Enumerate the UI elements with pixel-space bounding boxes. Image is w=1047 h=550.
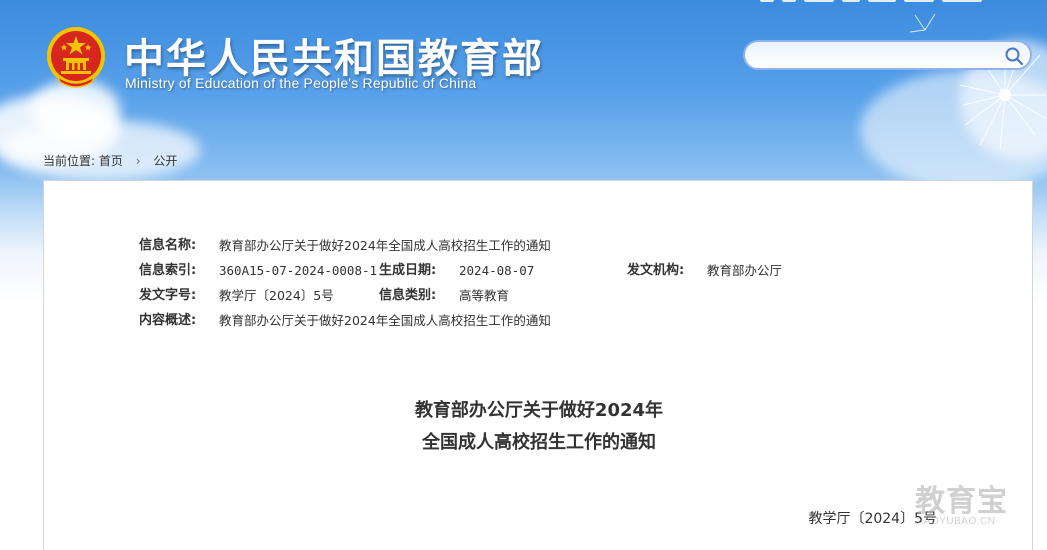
meta-docno-value: 教学厅〔2024〕5号 (219, 288, 334, 303)
meta-docno-label: 发文字号: (139, 288, 197, 303)
site-subtitle: Ministry of Education of the People's Re… (125, 75, 477, 91)
search-box (743, 40, 1032, 70)
info-metadata: 信息名称: 教育部办公厅关于做好2024年全国成人高校招生工作的通知 信息索引:… (139, 233, 939, 333)
breadcrumb-public-link[interactable]: 公开 (153, 154, 177, 168)
meta-summary-value: 教育部办公厅关于做好2024年全国成人高校招生工作的通知 (219, 313, 551, 328)
meta-index-value: 360A15-07-2024-0008-1 (219, 263, 378, 278)
meta-index-label: 信息索引: (139, 263, 197, 278)
site-watermark: 教育宝 JIAOYUBAO.CN (915, 476, 1035, 536)
meta-row-docno: 发文字号: 教学厅〔2024〕5号 信息类别: 高等教育 (139, 283, 939, 308)
dandelion-decoration (909, 13, 1046, 151)
meta-issuer-value: 教育部办公厅 (707, 263, 783, 278)
document-title-line1: 教育部办公厅关于做好2024年 (414, 400, 664, 421)
meta-summary-label: 内容概述: (139, 313, 197, 328)
search-icon[interactable] (1004, 46, 1024, 66)
top-links-strip (760, 0, 1047, 6)
meta-name-value: 教育部办公厅关于做好2024年全国成人高校招生工作的通知 (219, 238, 551, 253)
meta-row-name: 信息名称: 教育部办公厅关于做好2024年全国成人高校招生工作的通知 (139, 233, 939, 258)
document-title-line2: 全国成人高校招生工作的通知 (422, 432, 656, 453)
content-panel: 信息名称: 教育部办公厅关于做好2024年全国成人高校招生工作的通知 信息索引:… (43, 180, 1033, 550)
breadcrumb: 当前位置: 首页 › 公开 (43, 152, 177, 169)
meta-date-label: 生成日期: (379, 263, 437, 278)
search-input[interactable] (757, 42, 1007, 68)
meta-date-value: 2024-08-07 (459, 263, 535, 278)
watermark-text: 教育宝 (915, 484, 1008, 519)
meta-category-value: 高等教育 (459, 288, 510, 303)
meta-row-summary: 内容概述: 教育部办公厅关于做好2024年全国成人高校招生工作的通知 (139, 308, 939, 333)
document-title: 教育部办公厅关于做好2024年 全国成人高校招生工作的通知 (44, 395, 1034, 459)
meta-category-label: 信息类别: (379, 288, 437, 303)
breadcrumb-home-link[interactable]: 首页 (99, 154, 123, 168)
meta-issuer-label: 发文机构: (627, 263, 685, 278)
breadcrumb-separator: › (135, 154, 141, 168)
national-emblem-icon (47, 27, 105, 88)
watermark-domain: JIAOYUBAO.CN (915, 516, 996, 527)
meta-row-index: 信息索引: 360A15-07-2024-0008-1 生成日期: 2024-0… (139, 258, 939, 283)
meta-name-label: 信息名称: (139, 238, 197, 253)
breadcrumb-prefix: 当前位置: (43, 154, 96, 168)
